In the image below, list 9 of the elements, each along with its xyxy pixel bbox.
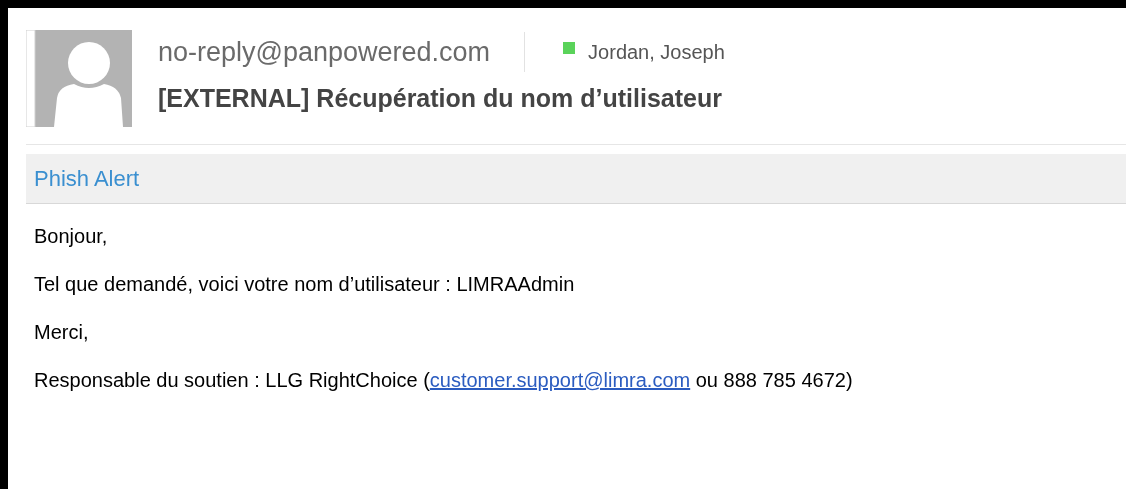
avatar-icon: [26, 30, 132, 127]
body-paragraph: Responsable du soutien : LLG RightChoice (customer.support@limra.com ou 888 785 4672): [34, 368, 854, 392]
recipient-name[interactable]: Jordan, Joseph: [588, 40, 725, 64]
body-paragraph: Merci,: [34, 320, 90, 344]
sender-address[interactable]: no-reply@panpowered.com: [158, 36, 491, 68]
email-subject: [EXTERNAL] Récupération du nom d’utilisateur: [158, 84, 723, 113]
body-paragraph: Tel que demandé, voici votre nom d’utilisateur : LIMRAAdmin: [34, 272, 576, 296]
body-paragraph: Bonjour,: [34, 224, 109, 248]
email-link[interactable]: customer.support@limra.com: [429, 369, 691, 391]
